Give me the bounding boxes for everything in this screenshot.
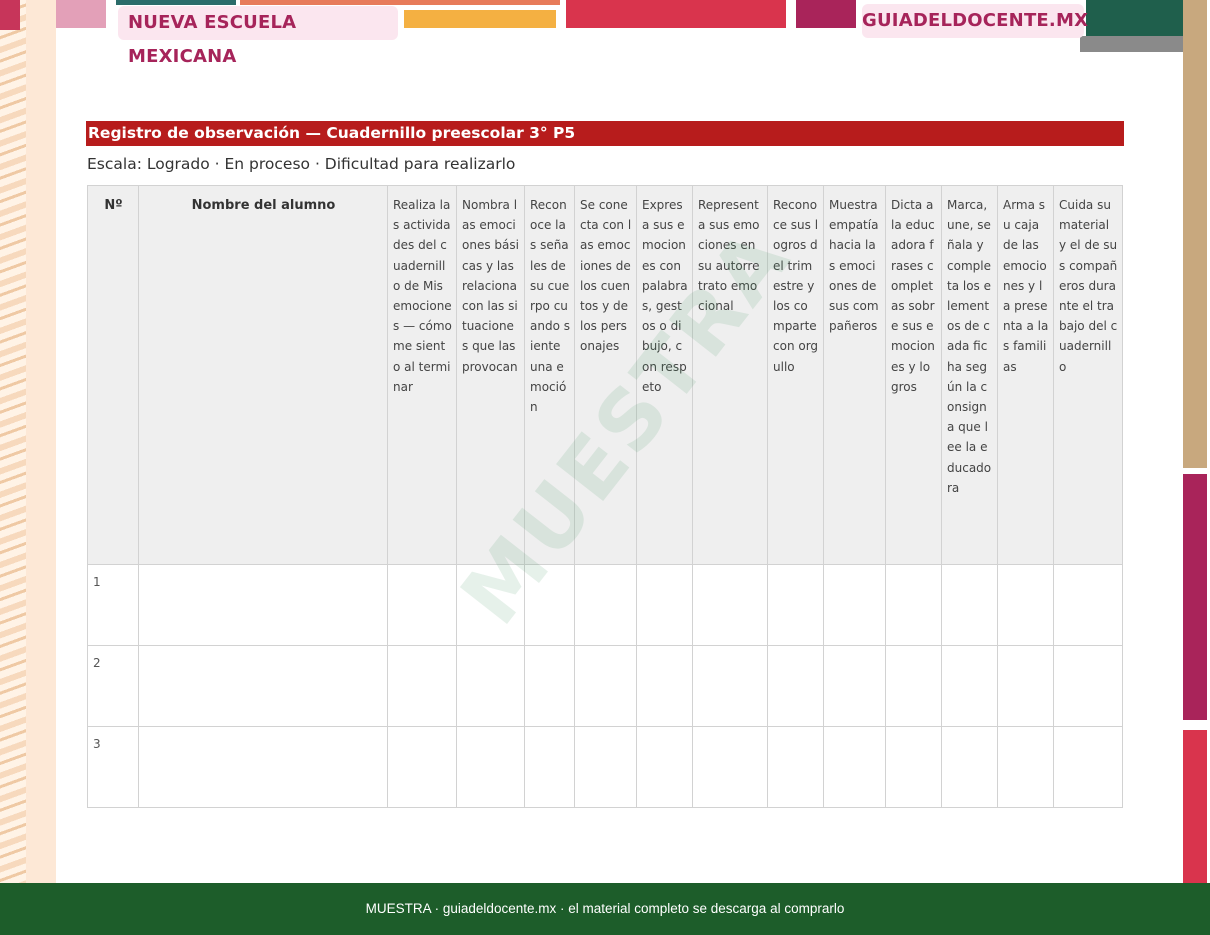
evaluation-cell[interactable] bbox=[692, 564, 768, 646]
decorative-block bbox=[566, 0, 786, 28]
evaluation-cell[interactable] bbox=[767, 726, 824, 808]
evaluation-cell[interactable] bbox=[941, 726, 998, 808]
evaluation-cell[interactable] bbox=[387, 564, 457, 646]
decorative-band bbox=[26, 0, 56, 885]
evaluation-cell[interactable] bbox=[524, 645, 575, 727]
row-number: 2 bbox=[87, 645, 139, 727]
decorative-block bbox=[796, 0, 856, 28]
evaluation-cell[interactable] bbox=[692, 645, 768, 727]
evaluation-scale: Escala: Logrado · En proceso · Dificulta… bbox=[87, 155, 516, 173]
evaluation-cell[interactable] bbox=[574, 645, 637, 727]
evaluation-cell[interactable] bbox=[885, 726, 942, 808]
table-row: 1 bbox=[87, 564, 1123, 646]
guiadeldocente-badge: GUIADELDOCENTE.MX bbox=[862, 4, 1088, 38]
evaluation-cell[interactable] bbox=[456, 564, 525, 646]
column-header-student-name: Nombre del alumno bbox=[138, 185, 388, 565]
student-name-cell[interactable] bbox=[138, 726, 388, 808]
evaluation-cell[interactable] bbox=[823, 645, 886, 727]
decorative-block bbox=[56, 0, 106, 28]
table-row: 3 bbox=[87, 726, 1123, 808]
nueva-escuela-mexicana-badge: NUEVA ESCUELA MEXICANA bbox=[118, 6, 398, 67]
column-header-criterion: Arma su caja de las emociones y la prese… bbox=[997, 185, 1054, 565]
column-header-criterion: Expresa sus emociones con palabras, gest… bbox=[636, 185, 693, 565]
row-number: 3 bbox=[87, 726, 139, 808]
column-header-number: Nº bbox=[87, 185, 139, 565]
decorative-block bbox=[240, 0, 560, 5]
column-header-criterion: Representa sus emociones en su autorretr… bbox=[692, 185, 768, 565]
evaluation-cell[interactable] bbox=[574, 564, 637, 646]
evaluation-cell[interactable] bbox=[636, 645, 693, 727]
evaluation-cell[interactable] bbox=[636, 726, 693, 808]
evaluation-cell[interactable] bbox=[1053, 564, 1123, 646]
right-decorative-block bbox=[1183, 474, 1207, 720]
evaluation-cell[interactable] bbox=[1053, 726, 1123, 808]
evaluation-cell[interactable] bbox=[997, 564, 1054, 646]
observation-table: Nº Nombre del alumno Realiza las activid… bbox=[87, 185, 1123, 808]
table-row: 2 bbox=[87, 645, 1123, 727]
evaluation-cell[interactable] bbox=[574, 726, 637, 808]
evaluation-cell[interactable] bbox=[997, 726, 1054, 808]
evaluation-cell[interactable] bbox=[387, 645, 457, 727]
evaluation-cell[interactable] bbox=[1053, 645, 1123, 727]
evaluation-cell[interactable] bbox=[885, 564, 942, 646]
evaluation-cell[interactable] bbox=[941, 564, 998, 646]
left-decorative-strip bbox=[0, 0, 56, 885]
evaluation-cell[interactable] bbox=[823, 726, 886, 808]
decorative-block bbox=[116, 0, 236, 5]
evaluation-cell[interactable] bbox=[636, 564, 693, 646]
document-title: Registro de observación — Cuadernillo pr… bbox=[86, 121, 1124, 146]
column-header-criterion: Marca, une, señala y completa los elemen… bbox=[941, 185, 998, 565]
column-header-criterion: Cuida su material y el de sus compañeros… bbox=[1053, 185, 1123, 565]
column-header-criterion: Reconoce sus logros del trimestre y los … bbox=[767, 185, 824, 565]
table-header-row: Nº Nombre del alumno Realiza las activid… bbox=[87, 185, 1123, 565]
evaluation-cell[interactable] bbox=[692, 726, 768, 808]
evaluation-cell[interactable] bbox=[456, 726, 525, 808]
column-header-criterion: Dicta a la educadora frases completas so… bbox=[885, 185, 942, 565]
student-name-cell[interactable] bbox=[138, 645, 388, 727]
column-header-criterion: Nombra las emociones básicas y las relac… bbox=[456, 185, 525, 565]
decorative-block bbox=[1080, 36, 1186, 52]
evaluation-cell[interactable] bbox=[997, 645, 1054, 727]
decorative-block bbox=[404, 10, 556, 28]
decorative-block bbox=[1086, 0, 1186, 36]
decorative-pattern bbox=[0, 0, 26, 885]
column-header-criterion: Realiza las actividades del cuadernillo … bbox=[387, 185, 457, 565]
evaluation-cell[interactable] bbox=[823, 564, 886, 646]
evaluation-cell[interactable] bbox=[456, 645, 525, 727]
column-header-criterion: Se conecta con las emociones de los cuen… bbox=[574, 185, 637, 565]
right-decorative-block bbox=[1183, 0, 1207, 468]
evaluation-cell[interactable] bbox=[885, 645, 942, 727]
evaluation-cell[interactable] bbox=[387, 726, 457, 808]
evaluation-cell[interactable] bbox=[767, 645, 824, 727]
evaluation-cell[interactable] bbox=[524, 564, 575, 646]
student-name-cell[interactable] bbox=[138, 564, 388, 646]
right-decorative-block bbox=[1183, 730, 1207, 885]
evaluation-cell[interactable] bbox=[524, 726, 575, 808]
footer-notice: MUESTRA · guiadeldocente.mx · el materia… bbox=[0, 883, 1210, 935]
row-number: 1 bbox=[87, 564, 139, 646]
column-header-criterion: Reconoce las señales de su cuerpo cuando… bbox=[524, 185, 575, 565]
column-header-criterion: Muestra empatía hacia las emociones de s… bbox=[823, 185, 886, 565]
evaluation-cell[interactable] bbox=[941, 645, 998, 727]
evaluation-cell[interactable] bbox=[767, 564, 824, 646]
